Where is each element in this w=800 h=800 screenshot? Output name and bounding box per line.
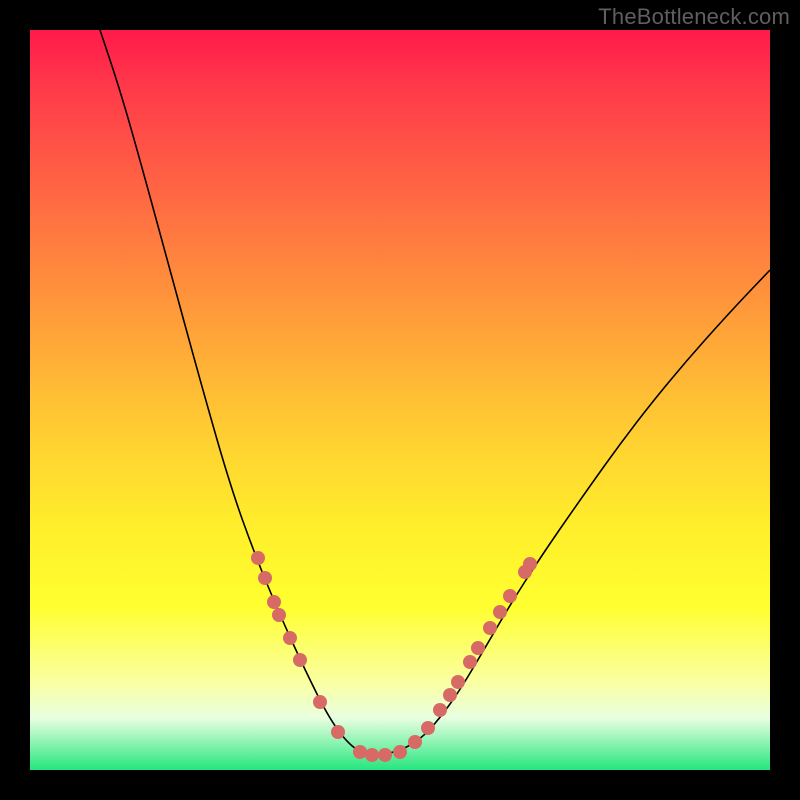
data-marker [471, 641, 485, 655]
data-marker [267, 595, 281, 609]
data-marker [293, 653, 307, 667]
data-marker [331, 725, 345, 739]
data-marker [408, 735, 422, 749]
data-marker [433, 703, 447, 717]
data-marker [483, 621, 497, 635]
data-marker [493, 605, 507, 619]
data-marker [258, 571, 272, 585]
data-marker [353, 745, 367, 759]
data-marker [421, 721, 435, 735]
data-marker [272, 608, 286, 622]
plot-area [30, 30, 770, 770]
watermark-text: TheBottleneck.com [598, 4, 790, 30]
data-marker [523, 557, 537, 571]
chart-frame: TheBottleneck.com [0, 0, 800, 800]
bottleneck-curve [100, 30, 770, 754]
data-marker [378, 748, 392, 762]
data-marker [503, 589, 517, 603]
data-marker [313, 695, 327, 709]
data-marker [443, 688, 457, 702]
marker-group [251, 551, 537, 762]
data-marker [393, 745, 407, 759]
curve-svg [30, 30, 770, 770]
data-marker [365, 748, 379, 762]
data-marker [451, 675, 465, 689]
data-marker [283, 631, 297, 645]
data-marker [251, 551, 265, 565]
data-marker [463, 655, 477, 669]
